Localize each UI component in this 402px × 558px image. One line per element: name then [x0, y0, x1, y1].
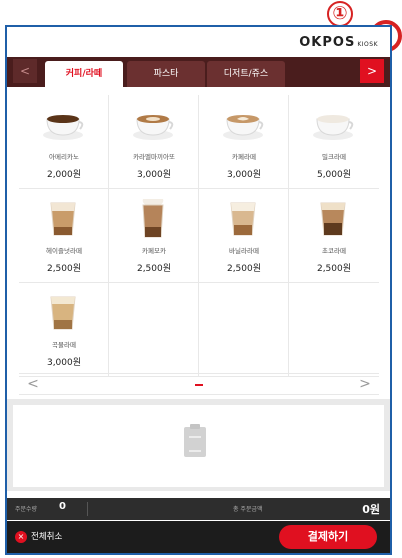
product-name: 카페라떼 [232, 153, 256, 161]
product-item[interactable]: 아메리카노 2,000원 [19, 95, 109, 189]
logo-text: OKPOS [299, 35, 356, 50]
tab-next-button[interactable]: > [360, 59, 384, 83]
order-list-panel [13, 405, 384, 487]
tab-prev-button[interactable]: < [13, 59, 37, 83]
caramel-macchiato-image [133, 115, 174, 140]
product-price: 2,500원 [46, 264, 82, 274]
product-item[interactable]: 초코라떼 2,500원 [289, 189, 379, 283]
category-tab-bar: < 커피/라떼 파스타 디저트/쥬스 > [7, 57, 390, 87]
order-qty-label: 주문수량 [15, 506, 38, 513]
product-item[interactable]: 카라멜마끼아또 3,000원 [109, 95, 199, 189]
product-name: 초코라떼 [322, 247, 346, 255]
tab-pasta[interactable]: 파스타 [127, 61, 205, 87]
tab-coffee-latte[interactable]: 커피/라떼 [45, 61, 123, 87]
tab-dessert-juice[interactable]: 디저트/쥬스 [207, 61, 285, 87]
product-price: 2,500원 [136, 264, 172, 274]
okpos-logo: OKPOS KIOSK [299, 35, 378, 50]
vanilla-latte-image [230, 202, 256, 236]
product-name: 곡물라떼 [52, 341, 76, 349]
product-price: 2,500원 [316, 264, 352, 274]
product-name: 카페모카 [142, 247, 166, 255]
empty-cell [289, 283, 379, 377]
product-price: 5,000원 [316, 170, 352, 180]
clipboard-icon [184, 424, 206, 457]
choco-latte-image [320, 202, 346, 236]
cancel-x-icon: × [15, 530, 27, 543]
product-price: 3,000원 [46, 358, 82, 368]
product-price: 3,000원 [226, 170, 262, 180]
product-item[interactable]: 바닐라라떼 2,500원 [199, 189, 289, 283]
product-price: 2,000원 [46, 170, 82, 180]
product-item[interactable]: 밀크라떼 5,000원 [289, 95, 379, 189]
page-navigator: < > [19, 373, 379, 395]
empty-cell [109, 283, 199, 377]
header-bar: OKPOS KIOSK [7, 27, 390, 55]
product-item[interactable]: 헤이즐넛라떼 2,500원 [19, 189, 109, 283]
summary-divider [87, 502, 88, 516]
product-name: 헤이즐넛라떼 [46, 247, 82, 255]
order-amount-value: 0원 [362, 503, 380, 516]
page-next-button[interactable]: > [355, 376, 375, 392]
logo-subtext: KIOSK [357, 41, 378, 48]
milk-latte-image [313, 115, 354, 140]
cancel-all-label: 전체취소 [31, 532, 63, 542]
page-prev-button[interactable]: < [23, 376, 43, 392]
product-name: 바닐라라떼 [229, 247, 259, 255]
pay-button[interactable]: 결제하기 [279, 525, 377, 549]
cancel-all-button[interactable]: × 전체취소 [15, 529, 62, 545]
product-price: 2,500원 [226, 264, 262, 274]
product-item[interactable]: 곡물라떼 3,000원 [19, 283, 109, 377]
product-name: 밀크라떼 [322, 153, 346, 161]
empty-cell [199, 283, 289, 377]
cafe-latte-image [223, 115, 264, 140]
product-item[interactable]: 카페모카 2,500원 [109, 189, 199, 283]
order-amount-label: 총 주문금액 [233, 506, 263, 513]
annotation-number: ① [327, 1, 353, 27]
americano-cup-image [43, 115, 84, 140]
order-list-area [7, 399, 390, 491]
product-name: 카라멜마끼아또 [133, 153, 175, 161]
cafe-mocha-image [142, 199, 164, 238]
action-bar: × 전체취소 결제하기 [7, 521, 390, 553]
product-name: 아메리카노 [49, 153, 79, 161]
order-qty-value: 0 [59, 501, 66, 512]
grain-latte-image [50, 296, 76, 330]
order-summary-bar: 주문수량 0 총 주문금액 0원 [7, 498, 390, 520]
kiosk-frame: OKPOS KIOSK < 커피/라떼 파스타 디저트/쥬스 > 아메리카노 2,… [5, 25, 392, 555]
page-indicator [195, 384, 203, 386]
product-price: 3,000원 [136, 170, 172, 180]
hazelnut-latte-image [50, 202, 76, 236]
product-item[interactable]: 카페라떼 3,000원 [199, 95, 289, 189]
